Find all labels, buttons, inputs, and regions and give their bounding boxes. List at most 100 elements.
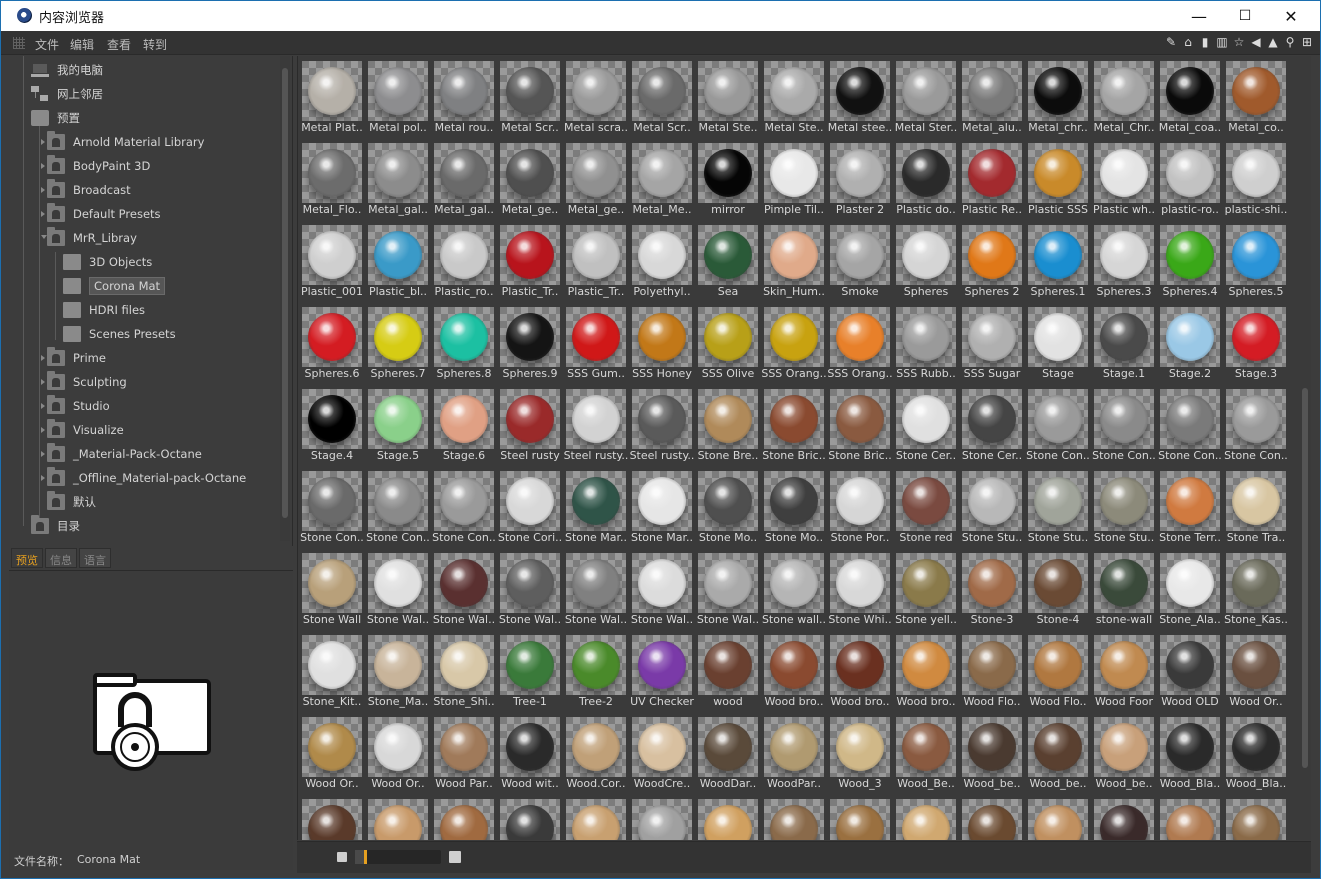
minimize-button[interactable]: —	[1176, 1, 1222, 31]
grid-scrollbar-thumb[interactable]	[1302, 388, 1308, 768]
tab-preview[interactable]: 预览	[11, 548, 43, 568]
material-item[interactable]: Stone Wal..	[497, 549, 563, 631]
material-item[interactable]: Stone-3	[959, 549, 1025, 631]
tree-item[interactable]: 默认	[47, 491, 96, 513]
maximize-button[interactable]: ☐	[1222, 1, 1268, 31]
add-icon[interactable]: ⊞	[1300, 34, 1314, 50]
material-item[interactable]: Wood_be..	[1025, 713, 1091, 795]
material-item[interactable]: Stone Wal..	[695, 549, 761, 631]
material-item[interactable]: Stone Wal..	[629, 549, 695, 631]
material-item[interactable]: Metal_Flo..	[299, 139, 365, 221]
material-item[interactable]: Wood Par..	[431, 713, 497, 795]
tree-item[interactable]: Prime	[47, 347, 106, 369]
tree-item[interactable]: _Material-Pack-Octane	[47, 443, 202, 465]
material-item[interactable]: Stone_Ma..	[365, 631, 431, 713]
tree-item[interactable]: Scenes Presets	[63, 323, 176, 345]
material-item[interactable]: Stage.1	[1091, 303, 1157, 385]
material-item[interactable]: SSS Sugar	[959, 303, 1025, 385]
material-item[interactable]: Wood Flo..	[1025, 631, 1091, 713]
menu-edit[interactable]: 编辑	[70, 36, 94, 53]
material-item[interactable]: Stone_Kas..	[1223, 549, 1289, 631]
material-item[interactable]: Stone_Ala..	[1157, 549, 1223, 631]
material-item[interactable]: Spheres.4	[1157, 221, 1223, 303]
material-item[interactable]: Metal_Chr..	[1091, 57, 1157, 139]
expand-arrow-icon[interactable]	[41, 139, 45, 145]
up-icon[interactable]: ▲	[1266, 34, 1280, 50]
bin-icon[interactable]: ▮	[1198, 34, 1212, 50]
material-item[interactable]: Stone Con..	[1223, 385, 1289, 467]
material-item[interactable]: Stone Con..	[1157, 385, 1223, 467]
expand-arrow-icon[interactable]	[41, 451, 45, 457]
material-item[interactable]: Stage.6	[431, 385, 497, 467]
material-item[interactable]: Stone Con..	[365, 467, 431, 549]
material-item[interactable]: Spheres.3	[1091, 221, 1157, 303]
material-item[interactable]: UV Checker	[629, 631, 695, 713]
material-item[interactable]: Skin_Hum..	[761, 221, 827, 303]
tab-info[interactable]: 信息	[45, 548, 77, 568]
material-item[interactable]: mirror	[695, 139, 761, 221]
material-item[interactable]	[497, 795, 563, 840]
material-item[interactable]: Wood OLD	[1157, 631, 1223, 713]
tree-item[interactable]: 3D Objects	[63, 251, 152, 273]
material-item[interactable]: Stone Cer..	[893, 385, 959, 467]
material-item[interactable]: Stone_Kit..	[299, 631, 365, 713]
material-item[interactable]: Polyethyl..	[629, 221, 695, 303]
material-item[interactable]: Stone yell..	[893, 549, 959, 631]
material-item[interactable]: Sea	[695, 221, 761, 303]
material-item[interactable]: Stone Whi..	[827, 549, 893, 631]
material-item[interactable]: Stone Mar..	[563, 467, 629, 549]
material-item[interactable]: Metal rou..	[431, 57, 497, 139]
tree-item[interactable]: Corona Mat	[63, 275, 166, 297]
material-item[interactable]: Plaster 2	[827, 139, 893, 221]
home-icon[interactable]: ⌂	[1181, 34, 1195, 50]
tree-item[interactable]: _Offline_Material-pack-Octane	[47, 467, 246, 489]
material-item[interactable]: Stage.4	[299, 385, 365, 467]
material-item[interactable]	[761, 795, 827, 840]
menu-goto[interactable]: 转到	[143, 36, 167, 53]
tree-item[interactable]: HDRI files	[63, 299, 145, 321]
material-item[interactable]: Stone wall..	[761, 549, 827, 631]
material-item[interactable]: Wood bro..	[827, 631, 893, 713]
material-item[interactable]: Wood wit..	[497, 713, 563, 795]
tree-item[interactable]: 我的电脑	[31, 59, 103, 81]
material-item[interactable]: Stone_Shi..	[431, 631, 497, 713]
expand-arrow-icon[interactable]	[41, 475, 45, 481]
material-item[interactable]: plastic-shi..	[1223, 139, 1289, 221]
tree-item[interactable]: 网上邻居	[31, 83, 103, 105]
material-item[interactable]: Stone Wal..	[563, 549, 629, 631]
material-item[interactable]: Wood Or..	[1223, 631, 1289, 713]
material-item[interactable]: Stage.2	[1157, 303, 1223, 385]
tree-item[interactable]: Default Presets	[47, 203, 161, 225]
material-item[interactable]: Metal_chr..	[1025, 57, 1091, 139]
material-item[interactable]	[695, 795, 761, 840]
material-item[interactable]: Spheres 2	[959, 221, 1025, 303]
expand-arrow-icon[interactable]	[41, 211, 45, 217]
material-item[interactable]: Wood Or..	[365, 713, 431, 795]
back-icon[interactable]: ◀	[1249, 34, 1263, 50]
material-item[interactable]: Stone Wal..	[365, 549, 431, 631]
expand-arrow-icon[interactable]	[41, 427, 45, 433]
material-item[interactable]: Metal stee..	[827, 57, 893, 139]
material-item[interactable]: Stone Con..	[1091, 385, 1157, 467]
material-item[interactable]: Stone Bric..	[827, 385, 893, 467]
material-item[interactable]: Stone Con..	[1025, 385, 1091, 467]
large-view-icon[interactable]	[449, 851, 461, 863]
material-item[interactable]: Wood_3	[827, 713, 893, 795]
material-item[interactable]: Plastic_bl..	[365, 221, 431, 303]
material-item[interactable]	[629, 795, 695, 840]
material-item[interactable]: Steel rusty..	[563, 385, 629, 467]
tree-item[interactable]: MrR_Libray	[47, 227, 137, 249]
material-item[interactable]: Plastic_001	[299, 221, 365, 303]
tree-scrollbar[interactable]	[280, 56, 290, 541]
material-item[interactable]: Stone-4	[1025, 549, 1091, 631]
material-item[interactable]: Pimple Til..	[761, 139, 827, 221]
material-item[interactable]: Wood.Cor..	[563, 713, 629, 795]
material-item[interactable]: Spheres.9	[497, 303, 563, 385]
expand-arrow-icon[interactable]	[41, 163, 45, 169]
tree-item[interactable]: Arnold Material Library	[47, 131, 204, 153]
close-button[interactable]: ✕	[1268, 1, 1314, 31]
tree-item[interactable]: Broadcast	[47, 179, 131, 201]
material-item[interactable]: Wood_be..	[1091, 713, 1157, 795]
material-item[interactable]: Stone Wall	[299, 549, 365, 631]
grid-scrollbar[interactable]	[1299, 56, 1311, 840]
